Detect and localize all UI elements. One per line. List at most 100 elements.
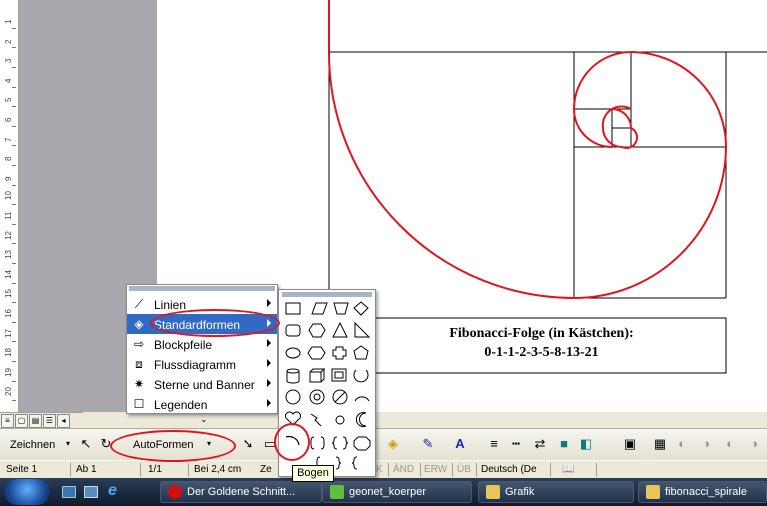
block-arc-shape-icon: [354, 396, 370, 402]
line-style-icon[interactable]: ≡: [486, 436, 502, 452]
menu-item-sterne-und-banner[interactable]: ✷ Sterne und Banner: [127, 374, 277, 394]
fill-color-icon[interactable]: ◈: [385, 436, 401, 452]
start-button[interactable]: [4, 479, 50, 505]
print-view-button[interactable]: ▤: [29, 414, 42, 428]
status-section: Ab 1: [76, 464, 97, 475]
show-desktop-icon[interactable]: [62, 486, 76, 498]
bevel-shape-icon: [331, 368, 347, 382]
basic-shapes-icon: ◈: [134, 317, 144, 331]
taskbar-item-label: fibonacci_spirale: [665, 486, 747, 498]
menu-item-label: Blockpfeile: [154, 338, 213, 352]
font-color-icon[interactable]: A: [452, 436, 468, 452]
contrast-icon: ◐: [678, 436, 686, 451]
dash-style-icon[interactable]: ┅: [508, 436, 524, 452]
menu-more-indicator[interactable]: ⌄: [200, 414, 208, 425]
ruler-number: 1: [4, 19, 13, 24]
donut-shape-icon: [309, 389, 325, 405]
fibonacci-spiral: [327, 0, 728, 300]
ruler-number: 7: [4, 137, 13, 142]
3d-icon[interactable]: ◧: [578, 436, 594, 452]
arrow-tool-icon[interactable]: ➘: [240, 436, 256, 452]
spelling-status-icon[interactable]: 📖: [562, 464, 574, 475]
status-trk[interactable]: ÄND: [393, 464, 414, 475]
flowchart-icon: ⧈: [135, 357, 143, 371]
ruler-tick: [12, 400, 16, 402]
taskbar-item-grafik[interactable]: Grafik: [478, 481, 634, 503]
outline-view-button[interactable]: ☰: [43, 414, 56, 428]
double-brace-shape-icon: [331, 436, 338, 450]
ruler-tick: [12, 223, 16, 225]
folded-corner-shape-icon: [353, 369, 369, 383]
normal-view-button[interactable]: ≡: [1, 414, 14, 428]
web-view-button[interactable]: ▢: [15, 414, 28, 428]
menu-item-legenden[interactable]: ☐ Legenden: [127, 394, 277, 414]
ruler-number: 20: [4, 387, 13, 397]
cross-shape-icon: [332, 346, 347, 360]
no-symbol-line-icon: [334, 391, 346, 403]
vertical-ruler: 1 2 3 4 5 6 7 8 9 10 11 12 13 14 15 16 17 18 19 20: [0, 0, 19, 412]
autoshapes-menu: ⟋ Linien ◈ Standardformen ⇨ Blockpfeile …: [126, 284, 278, 414]
taskbar-item-label: geonet_koerper: [349, 486, 427, 498]
taskbar-item-opera[interactable]: Der Goldene Schnitt...: [160, 481, 322, 503]
block-arrows-icon: ⇨: [133, 337, 145, 351]
ruler-number: 14: [4, 269, 13, 279]
left-brace-shape-icon: [351, 456, 358, 470]
lightning-shape-icon: [310, 413, 322, 427]
double-brace-right-icon: [342, 436, 349, 450]
shadow-icon[interactable]: ■: [556, 436, 572, 452]
double-bracket-right-icon: [320, 436, 325, 450]
ruler-number: 17: [4, 328, 13, 338]
ruler-tick: [12, 67, 16, 68]
menu-item-blockpfeile[interactable]: ⇨ Blockpfeile: [127, 334, 277, 354]
folder-icon: [646, 485, 660, 499]
pentagon-shape-icon: [353, 345, 369, 360]
switch-windows-icon[interactable]: [84, 486, 98, 498]
oval-shape-icon: [285, 347, 301, 359]
line-color-icon[interactable]: ✎: [420, 436, 436, 452]
donut-inner-shape-icon: [313, 393, 321, 401]
bevel-inner-shape-icon: [334, 371, 344, 379]
status-ovr[interactable]: ÜB: [457, 464, 471, 475]
spiral-inner: [601, 108, 638, 149]
select-pointer-icon[interactable]: ↖: [78, 436, 94, 452]
ruler-number: 3: [4, 58, 13, 64]
ruler-number: 18: [4, 348, 13, 358]
caption-line-2: 0-1-1-2-3-5-8-13-21: [484, 345, 599, 360]
status-line: Ze: [260, 464, 272, 475]
rectangle-shape-icon: [285, 302, 301, 315]
image-color-icon[interactable]: ▦: [652, 436, 668, 452]
stars-banners-icon: ✷: [133, 377, 145, 391]
annotation-circle-autoformen: [110, 430, 236, 462]
menu-item-label: Flussdiagramm: [154, 358, 237, 372]
status-language: Deutsch (De: [481, 464, 537, 475]
arrow-style-icon[interactable]: ⇄: [532, 436, 548, 452]
ruler-number: 12: [4, 230, 13, 240]
ruler-number: 8: [4, 156, 13, 162]
menu-drag-handle[interactable]: [129, 286, 275, 291]
submenu-arrow-icon: [267, 399, 271, 407]
ruler-tick: [12, 263, 16, 264]
ruler-number: 9: [4, 176, 13, 181]
moon-shape-icon: [355, 412, 367, 427]
scroll-left-button[interactable]: ◂: [57, 414, 70, 428]
trapezoid-shape-icon: [333, 302, 349, 315]
ruler-number: 19: [4, 367, 13, 377]
hexagon-shape-icon: [307, 346, 326, 360]
triangle-shape-icon: [332, 321, 348, 338]
ruler-number: 11: [4, 211, 13, 220]
draw-menu-button[interactable]: Zeichnen: [10, 439, 55, 451]
status-ext[interactable]: ERW: [424, 464, 447, 475]
annotation-circle-bogen: [274, 423, 310, 461]
picture-icon[interactable]: ▣: [622, 436, 638, 452]
menu-item-flussdiagramm[interactable]: ⧈ Flussdiagramm: [127, 354, 277, 374]
palette-drag-handle[interactable]: [282, 292, 372, 297]
status-position: Bei 2,4 cm: [194, 464, 242, 475]
taskbar-item-geonet[interactable]: geonet_koerper: [322, 481, 472, 503]
taskbar-item-fibonacci[interactable]: fibonacci_spirale: [638, 481, 767, 503]
status-mac[interactable]: K: [376, 464, 383, 475]
internet-explorer-icon[interactable]: e: [108, 483, 124, 499]
smiley-shape-icon: [285, 389, 301, 405]
status-page-of: 1/1: [148, 464, 162, 475]
menu-item-label: Legenden: [154, 398, 208, 412]
annotation-circle-standardformen: [150, 309, 280, 337]
